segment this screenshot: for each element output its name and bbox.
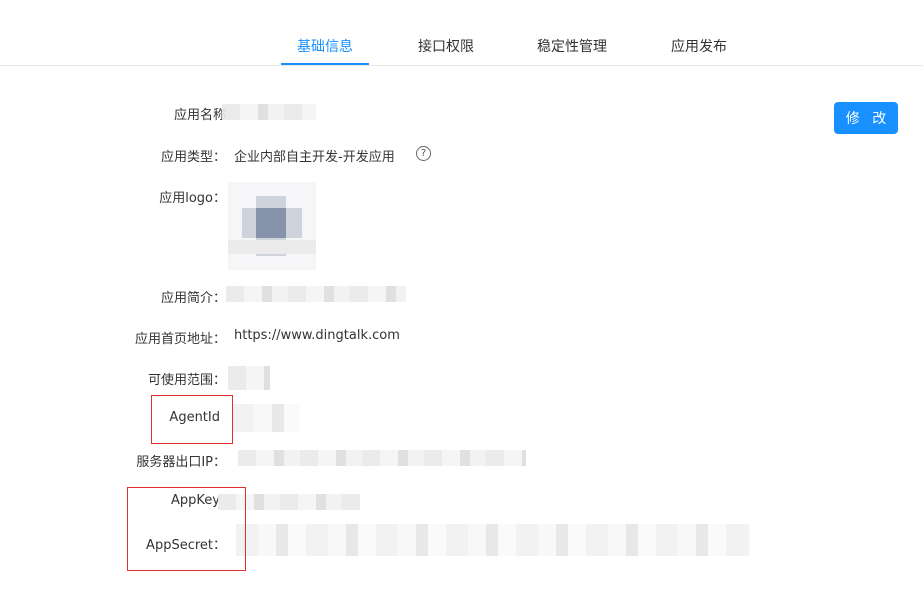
app-logo-image — [228, 182, 316, 270]
app-intro-value-redacted — [226, 286, 406, 302]
agentid-highlight-box — [151, 395, 233, 444]
homepage-label: 应用首页地址： — [134, 332, 226, 347]
tab-bar: 基础信息 接口权限 稳定性管理 应用发布 — [0, 0, 923, 66]
tab-stability[interactable]: 稳定性管理 — [537, 36, 607, 56]
edit-button[interactable]: 修 改 — [834, 102, 898, 134]
agentid-value-redacted — [232, 404, 300, 432]
egress-ip-label: 服务器出口IP： — [136, 455, 226, 470]
scope-label: 可使用范围： — [147, 373, 226, 388]
scope-value-redacted — [228, 366, 270, 390]
app-logo-label: 应用logo： — [159, 191, 226, 206]
egress-ip-value-redacted — [238, 450, 526, 466]
tab-basic-info[interactable]: 基础信息 — [297, 36, 353, 56]
appkey-appsecret-highlight-box — [127, 487, 246, 571]
app-name-value-redacted — [222, 104, 316, 120]
active-tab-indicator — [281, 63, 369, 65]
app-name-label: 应用名称 — [173, 108, 226, 123]
app-intro-label: 应用简介： — [160, 291, 226, 306]
tab-publish[interactable]: 应用发布 — [671, 36, 727, 56]
homepage-value: https://www.dingtalk.com — [234, 328, 400, 343]
tab-api-permissions[interactable]: 接口权限 — [418, 36, 474, 56]
app-type-value: 企业内部自主开发-开发应用 — [234, 150, 395, 165]
help-circle-icon[interactable]: ? — [416, 146, 431, 161]
app-type-label: 应用类型： — [160, 150, 226, 165]
appsecret-value-redacted — [236, 524, 750, 556]
